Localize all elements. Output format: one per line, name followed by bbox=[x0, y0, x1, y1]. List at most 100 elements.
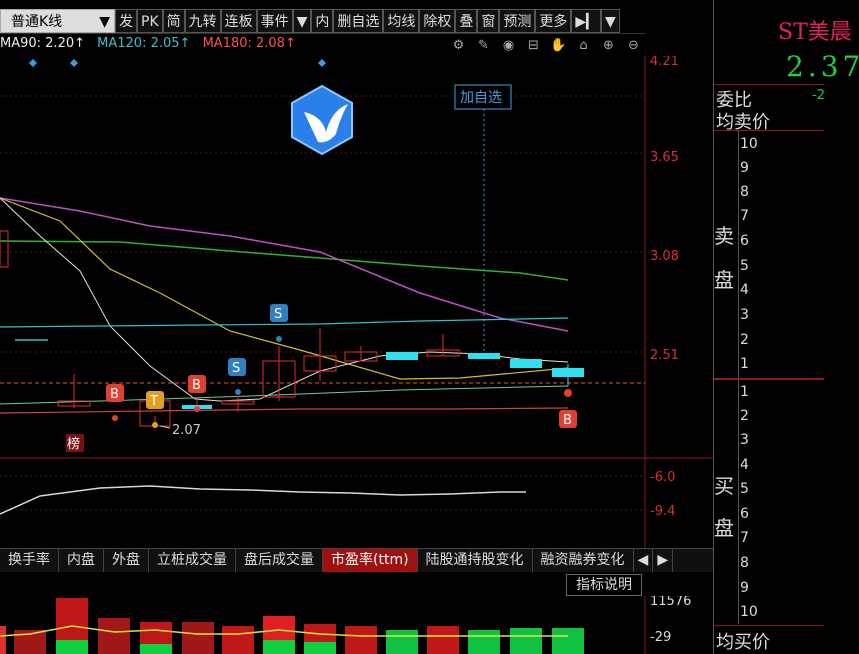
sell-marker: S bbox=[228, 358, 246, 395]
toolbar-item-gengduo[interactable]: 更多 bbox=[535, 8, 572, 33]
pen-icon[interactable]: ✎ bbox=[473, 36, 494, 56]
event-markers[interactable] bbox=[29, 59, 326, 67]
basket-icon[interactable]: ⊟ bbox=[523, 36, 544, 56]
toolbar-item-shanzixuan[interactable]: 删自选 bbox=[333, 8, 384, 33]
buy-level[interactable]: 6 bbox=[740, 506, 749, 522]
buy-side-label-2: 盘 bbox=[714, 516, 734, 540]
toolbar-item-chuang[interactable]: 窗 bbox=[477, 8, 500, 33]
buy-level[interactable]: 4 bbox=[740, 457, 749, 473]
toolbar-item-jiuzhuan[interactable]: 九转 bbox=[184, 8, 221, 33]
t-marker-label: T bbox=[149, 394, 158, 409]
chevron-down-icon: ▼ bbox=[99, 13, 110, 30]
chart-iconbar: ⚙ ✎ ◉ ⊟ ✋ ⌂ ⊕ ⊖ bbox=[448, 36, 644, 56]
price-tick-label: 3.08 bbox=[650, 249, 679, 264]
bang-marker: 榜 bbox=[66, 434, 84, 452]
stock-price: 2.37 bbox=[786, 50, 859, 83]
toolbar-item-chuquan[interactable]: 除权 bbox=[419, 8, 456, 33]
home-icon[interactable]: ⌂ bbox=[573, 36, 594, 56]
buy-marker-label: B bbox=[192, 378, 201, 393]
toolbar-dropdown-arrow[interactable]: ▼ bbox=[292, 8, 312, 33]
toolbar-item-pk[interactable]: PK bbox=[137, 8, 163, 33]
toolbar: 普通K线 ▼ 发 PK 简 九转 连板 事件 ▼ 内 删自选 均线 除权 叠 窗… bbox=[0, 8, 645, 34]
add-watch-button[interactable]: 加自选 bbox=[454, 84, 512, 110]
indicator-help-button[interactable]: 指标说明 bbox=[566, 574, 642, 596]
sell-level[interactable]: 8 bbox=[740, 184, 749, 200]
period-dropdown[interactable]: 普通K线 ▼ bbox=[0, 8, 115, 33]
ma90-label: MA90: 2.20↑ bbox=[0, 36, 86, 51]
kline-chart[interactable]: 加自选 B T B S S B 榜 2.07 4.21 3.65 3.08 2.… bbox=[0, 56, 713, 548]
price-tick-label: 4.21 bbox=[650, 56, 679, 69]
sell-level[interactable]: 2 bbox=[740, 332, 749, 348]
ma-line-green bbox=[0, 240, 569, 281]
sell-level[interactable]: 6 bbox=[740, 233, 749, 249]
sell-level[interactable]: 9 bbox=[740, 160, 749, 176]
eye-icon[interactable]: ◉ bbox=[498, 36, 519, 56]
tab-scroll-right[interactable]: ▶ bbox=[653, 549, 674, 572]
volume-bars bbox=[0, 598, 584, 654]
toolbar-item-nei[interactable]: 内 bbox=[311, 8, 334, 33]
settings-icon[interactable]: ⚙ bbox=[448, 36, 469, 56]
buy-level[interactable]: 1 bbox=[740, 384, 749, 400]
buy-marker: B bbox=[106, 384, 124, 421]
candle-partial bbox=[0, 230, 9, 268]
buy-level[interactable]: 2 bbox=[740, 408, 749, 424]
buy-level[interactable]: 9 bbox=[740, 580, 749, 596]
price-tick-label: 2.51 bbox=[650, 348, 679, 363]
zoom-out-icon[interactable]: ⊖ bbox=[623, 36, 644, 56]
sell-level[interactable]: 10 bbox=[740, 136, 758, 152]
sell-level[interactable]: 7 bbox=[740, 208, 749, 224]
ma180-label: MA180: 2.08↑ bbox=[202, 36, 296, 51]
sell-level[interactable]: 1 bbox=[740, 356, 749, 372]
avg-buy-label: 均买价 bbox=[716, 632, 770, 653]
signal-markers[interactable]: B T B S S B 榜 bbox=[66, 304, 577, 452]
sell-level[interactable]: 5 bbox=[740, 258, 749, 274]
tab-inner[interactable]: 内盘 bbox=[59, 549, 104, 572]
ma-line-white bbox=[0, 197, 569, 402]
t-marker: T bbox=[146, 391, 164, 428]
toolbar-item-junxian[interactable]: 均线 bbox=[383, 8, 420, 33]
sell-level[interactable]: 3 bbox=[740, 307, 749, 323]
buy-level[interactable]: 3 bbox=[740, 432, 749, 448]
tab-pe-ttm[interactable]: 市盈率(ttm) bbox=[323, 549, 418, 572]
volume-chart: 11576 -29 bbox=[0, 596, 691, 654]
gridlines bbox=[0, 95, 645, 511]
toolbar-item-die[interactable]: 叠 bbox=[455, 8, 478, 33]
tab-after-hours-volume[interactable]: 盘后成交量 bbox=[236, 549, 323, 572]
tab-scroll-left[interactable]: ◀ bbox=[634, 549, 654, 572]
toolbar-item-fa[interactable]: 发 bbox=[115, 8, 137, 33]
zoom-in-icon[interactable]: ⊕ bbox=[598, 36, 619, 56]
tab-turnover[interactable]: 换手率 bbox=[0, 549, 59, 572]
tab-outer[interactable]: 外盘 bbox=[104, 549, 149, 572]
hand-icon[interactable]: ✋ bbox=[548, 36, 569, 56]
stock-name: ST美晨 bbox=[778, 20, 852, 45]
tab-margin[interactable]: 融资融券变化 bbox=[533, 549, 634, 572]
ma-legend: MA90: 2.20↑ MA120: 2.05↑ MA180: 2.08↑ bbox=[0, 36, 304, 51]
buy-side-label: 买 bbox=[714, 474, 734, 498]
event-diamond bbox=[318, 59, 326, 67]
buy-level[interactable]: 5 bbox=[740, 481, 749, 497]
volume-tick-label: -29 bbox=[650, 630, 671, 645]
volume-tick-label: 11576 bbox=[650, 596, 691, 609]
buy-level[interactable]: 10 bbox=[740, 604, 758, 620]
toolbar-item-lianban[interactable]: 连板 bbox=[220, 8, 257, 33]
tab-pile-volume[interactable]: 立桩成交量 bbox=[149, 549, 236, 572]
tab-northbound[interactable]: 陆股通持股变化 bbox=[418, 549, 533, 572]
event-diamond bbox=[70, 59, 78, 67]
toolbar-item-shijian[interactable]: 事件 bbox=[256, 8, 293, 33]
sell-marker: S bbox=[270, 304, 288, 342]
collapse-arrow-icon[interactable]: ▶▎ bbox=[571, 8, 601, 33]
buy-marker-label: B bbox=[563, 413, 572, 428]
indicator-line bbox=[0, 485, 526, 515]
chevron-down-icon: ▼ bbox=[296, 13, 308, 30]
buy-level[interactable]: 7 bbox=[740, 530, 749, 546]
ma120-label: MA120: 2.05↑ bbox=[97, 36, 191, 51]
toolbar-item-yuce[interactable]: 预测 bbox=[499, 8, 536, 33]
event-diamond bbox=[29, 59, 37, 67]
indicator-tick-label: -6.0 bbox=[650, 470, 675, 485]
quote-panel: ST美晨 2.37 委比 -24.31 均卖价 卖 盘 买 盘 均买价 bbox=[713, 0, 859, 654]
toolbar-dropdown-arrow-2[interactable]: ▼ bbox=[600, 8, 620, 33]
buy-level[interactable]: 8 bbox=[740, 555, 749, 571]
buy-marker-label: B bbox=[110, 387, 119, 402]
toolbar-item-jian[interactable]: 简 bbox=[162, 8, 185, 33]
sell-level[interactable]: 4 bbox=[740, 282, 749, 298]
